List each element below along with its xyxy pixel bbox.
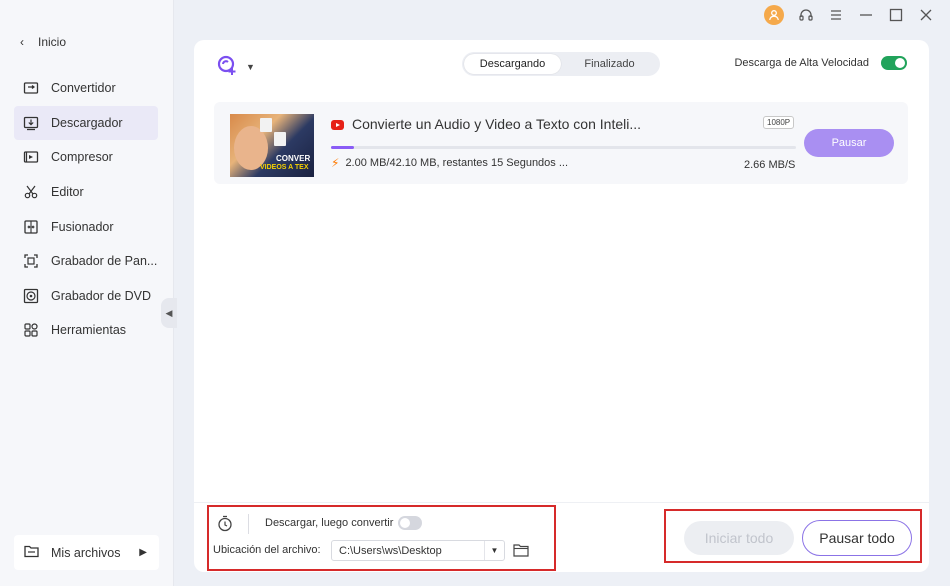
- sidebar-item-fusionador[interactable]: Fusionador: [14, 209, 158, 244]
- merge-icon: [23, 219, 39, 235]
- minimize-icon[interactable]: [858, 7, 874, 23]
- convert-icon: [23, 80, 39, 96]
- back-label: Inicio: [38, 35, 67, 49]
- sidebar-item-compresor[interactable]: Compresor: [14, 140, 158, 175]
- sidebar-item-label: Editor: [51, 185, 84, 200]
- divider: [194, 502, 929, 503]
- video-thumbnail: CONVER VIDEOS A TEX: [230, 114, 314, 177]
- sidebar-item-label: Fusionador: [51, 219, 114, 234]
- headset-icon[interactable]: [798, 7, 814, 23]
- download-status-text: 2.00 MB/42.10 MB, restantes 15 Segundos …: [345, 157, 569, 169]
- add-download-button[interactable]: ▼: [216, 54, 255, 79]
- dvd-icon: [23, 288, 39, 304]
- folder-icon: [24, 544, 39, 561]
- avatar[interactable]: [764, 5, 784, 25]
- thumbnail-caption: VIDEOS A TEX: [260, 164, 309, 171]
- main-panel: ▼ Descargando Finalizado Descarga de Alt…: [194, 40, 929, 572]
- tab-finalizado[interactable]: Finalizado: [561, 54, 658, 74]
- sidebar-item-label: Grabador de Pan...: [51, 254, 158, 269]
- lightning-icon: ⚡: [331, 156, 340, 170]
- screen-record-icon: [23, 253, 39, 269]
- highlight-box-settings: [207, 505, 556, 571]
- chevron-left-icon: ‹: [20, 35, 24, 49]
- tab-descargando[interactable]: Descargando: [464, 54, 561, 74]
- download-tabs: Descargando Finalizado: [462, 52, 660, 76]
- back-button[interactable]: ‹ Inicio: [20, 35, 66, 49]
- highlight-box-actions: [664, 509, 922, 563]
- sidebar-item-herramientas[interactable]: Herramientas: [14, 313, 158, 348]
- scissors-icon: [23, 184, 39, 200]
- download-progress-bar: [331, 146, 796, 149]
- titlebar-controls: [764, 5, 934, 25]
- menu-icon[interactable]: [828, 7, 844, 23]
- sidebar-item-descargador[interactable]: Descargador: [14, 105, 158, 141]
- high-speed-download: Descarga de Alta Velocidad: [734, 56, 907, 70]
- download-info: ⚡ 2.00 MB/42.10 MB, restantes 15 Segundo…: [331, 156, 568, 170]
- video-title: Convierte un Audio y Video a Texto con I…: [352, 116, 642, 132]
- sidebar-item-label: Herramientas: [51, 323, 127, 338]
- my-files-label: Mis archivos: [51, 545, 121, 560]
- download-item: CONVER VIDEOS A TEX Convierte un Audio y…: [214, 102, 908, 184]
- download-progress-fill: [331, 146, 355, 149]
- chevron-down-icon: ▼: [246, 61, 255, 72]
- chevron-left-icon: ◀: [165, 307, 173, 318]
- maximize-icon[interactable]: [888, 7, 904, 23]
- collapse-sidebar-button[interactable]: ◀: [161, 298, 177, 328]
- close-icon[interactable]: [918, 7, 934, 23]
- sidebar-item-label: Compresor: [51, 150, 113, 165]
- pause-button[interactable]: Pausar: [804, 129, 894, 157]
- grid-icon: [23, 322, 39, 338]
- sidebar-item-label: Descargador: [51, 115, 123, 130]
- high-speed-label: Descarga de Alta Velocidad: [734, 57, 869, 69]
- sidebar-item-editor[interactable]: Editor: [14, 175, 158, 210]
- add-link-icon: [216, 54, 240, 79]
- sidebar-item-convertidor[interactable]: Convertidor: [14, 71, 158, 106]
- thumbnail-caption: CONVER: [276, 154, 311, 163]
- resolution-badge: 1080P: [763, 116, 795, 129]
- my-files-button[interactable]: Mis archivos ▶: [14, 535, 159, 570]
- sidebar-item-grabador-pantalla[interactable]: Grabador de Pan...: [14, 244, 158, 279]
- sidebar-nav: Convertidor Descargador Compresor Editor…: [14, 71, 158, 348]
- sidebar-item-grabador-dvd[interactable]: Grabador de DVD: [14, 279, 158, 314]
- high-speed-toggle[interactable]: [881, 56, 907, 70]
- compress-icon: [23, 149, 39, 165]
- youtube-icon: [331, 120, 344, 130]
- sidebar: ‹ Inicio Convertidor Descargador Compres…: [0, 0, 174, 586]
- sidebar-item-label: Grabador de DVD: [51, 288, 152, 303]
- sidebar-item-label: Convertidor: [51, 81, 116, 96]
- download-icon: [23, 115, 39, 131]
- download-speed: 2.66 MB/S: [744, 159, 796, 171]
- chevron-right-icon: ▶: [139, 547, 147, 558]
